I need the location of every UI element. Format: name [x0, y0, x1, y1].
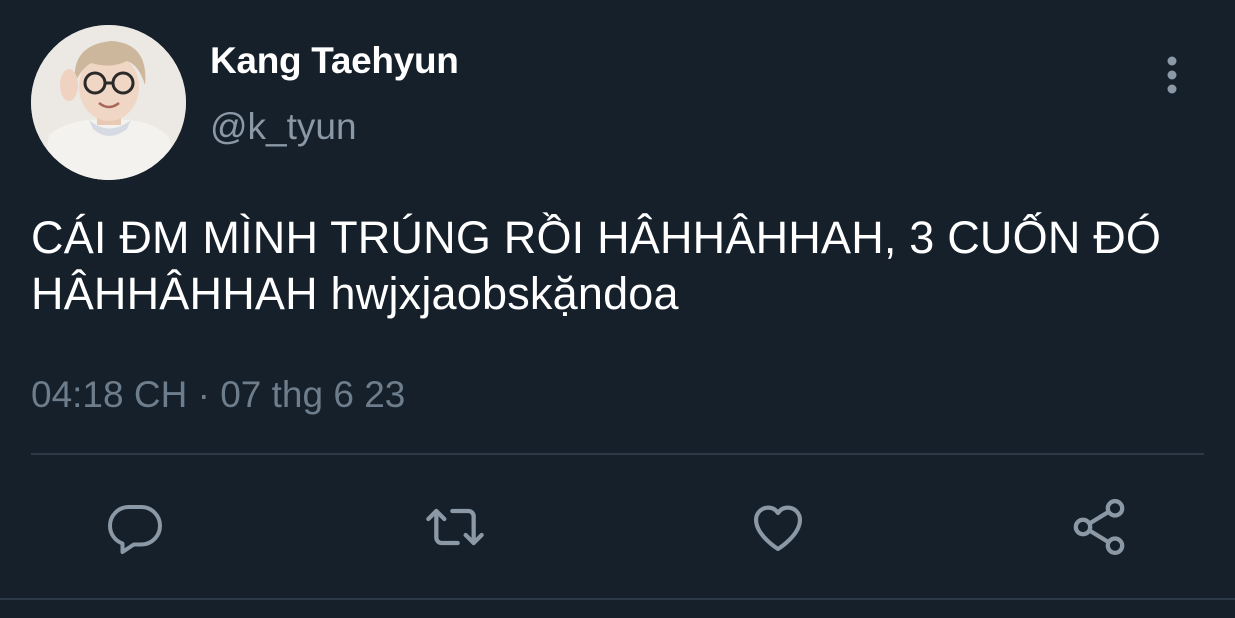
- tweet-timestamp[interactable]: 04:18 CH · 07 thg 6 23: [31, 374, 405, 416]
- bottom-divider: [0, 598, 1235, 600]
- more-vertical-icon: [1167, 56, 1177, 94]
- reply-icon: [107, 505, 162, 554]
- avatar[interactable]: [31, 25, 186, 180]
- avatar-photo: [31, 25, 186, 180]
- tweet-text: CÁI ĐM MÌNH TRÚNG RỒI HÂHHÂHHAH, 3 CUỐN …: [31, 212, 1162, 319]
- like-button[interactable]: [746, 495, 810, 559]
- retweet-icon: [426, 508, 484, 546]
- share-button[interactable]: [1067, 495, 1131, 559]
- tweet-detail: Kang Taehyun @k_tyun CÁI ĐM MÌNH TRÚNG R…: [0, 0, 1235, 618]
- author-handle[interactable]: @k_tyun: [210, 106, 357, 148]
- like-icon: [753, 505, 803, 552]
- retweet-button[interactable]: [423, 495, 487, 559]
- author-display-name[interactable]: Kang Taehyun: [210, 40, 459, 82]
- reply-button[interactable]: [103, 495, 167, 559]
- share-icon: [1073, 498, 1125, 555]
- more-options-button[interactable]: [1150, 50, 1194, 100]
- divider: [31, 453, 1204, 455]
